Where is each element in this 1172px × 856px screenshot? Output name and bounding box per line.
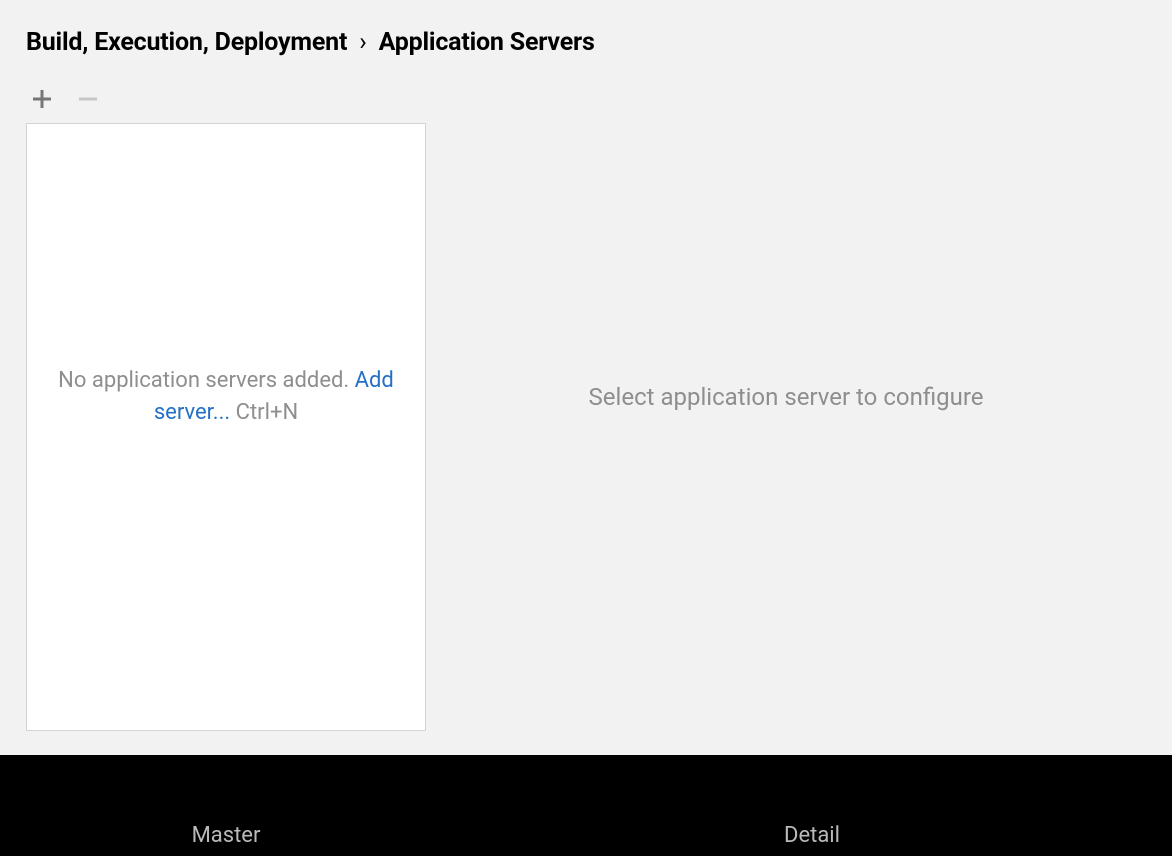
minus-icon	[78, 89, 98, 109]
remove-button	[76, 87, 100, 111]
footer-detail-label: Detail	[784, 823, 840, 848]
footer-master-label: Master	[192, 823, 261, 848]
master-empty-state: No application servers added. Add server…	[47, 365, 405, 429]
breadcrumb-separator: ›	[359, 28, 366, 57]
breadcrumb-parent[interactable]: Build, Execution, Deployment	[26, 28, 347, 57]
plus-icon	[32, 89, 52, 109]
breadcrumb: Build, Execution, Deployment › Applicati…	[26, 28, 1146, 57]
master-panel: No application servers added. Add server…	[26, 123, 426, 731]
breadcrumb-current: Application Servers	[379, 28, 595, 57]
master-empty-text: No application servers added.	[58, 368, 354, 393]
toolbar	[26, 87, 1146, 111]
footer: Master Detail	[0, 755, 1172, 856]
add-server-shortcut: Ctrl+N	[230, 400, 298, 425]
add-button[interactable]	[30, 87, 54, 111]
detail-panel: Select application server to configure	[426, 123, 1146, 731]
detail-empty-text: Select application server to configure	[589, 383, 984, 411]
master-detail-container: No application servers added. Add server…	[26, 123, 1146, 731]
